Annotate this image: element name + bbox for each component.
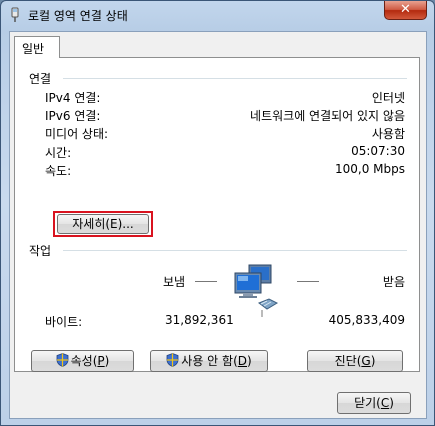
disable-button-end: )	[247, 354, 252, 368]
close-button-label: 닫기(	[354, 396, 381, 410]
dialog-client-area: 일반 연결 IPv4 연결: 인터넷 IPv6 연결: 네트워크에 연결되어 있…	[9, 31, 427, 419]
properties-button-end: )	[104, 354, 110, 368]
ipv4-label: IPv4 연결:	[45, 91, 101, 105]
tab-panel-general: 연결 IPv4 연결: 인터넷 IPv6 연결: 네트워크에 연결되어 있지 않…	[14, 57, 420, 372]
details-button[interactable]: 자세히(E)...	[57, 214, 149, 234]
activity-divider	[63, 250, 407, 251]
properties-button-label: 속성(	[70, 354, 98, 368]
title-bar[interactable]: 로컬 영역 연결 상태 ✕	[1, 1, 434, 29]
activity-section-title: 작업	[29, 244, 52, 258]
duration-label: 시간:	[45, 146, 72, 160]
diagnose-button-label: 진단(	[334, 354, 362, 368]
received-line	[297, 281, 319, 282]
dialog-window: 로컬 영역 연결 상태 ✕ 일반 연결 IPv4 연결: 인터넷 IPv6 연결…	[0, 0, 435, 426]
diagnose-button[interactable]: 진단(G)	[307, 350, 403, 372]
ipv6-value: 네트워크에 연결되어 있지 않음	[250, 109, 405, 123]
ipv6-label: IPv6 연결:	[45, 109, 101, 123]
connection-divider	[63, 78, 407, 79]
close-button-end: )	[389, 396, 394, 410]
disable-button-label: 사용 안 함(	[181, 354, 238, 368]
sent-line	[195, 281, 217, 282]
disable-accel-key: D	[237, 354, 248, 368]
received-label: 받음	[382, 275, 405, 289]
network-adapter-icon	[11, 7, 19, 22]
network-computers-icon	[234, 264, 279, 317]
media-state-label: 미디어 상태:	[45, 127, 109, 141]
uac-shield-icon	[56, 353, 69, 367]
properties-accel-key: P	[97, 354, 105, 368]
connection-section-title: 연결	[29, 72, 52, 86]
window-title: 로컬 영역 연결 상태	[28, 9, 128, 23]
uac-shield-icon	[166, 353, 179, 367]
details-highlight: 자세히(E)...	[53, 211, 153, 237]
close-button[interactable]: 닫기(C)	[337, 392, 411, 414]
media-state-value: 사용함	[371, 127, 405, 141]
speed-value: 100,0 Mbps	[334, 162, 405, 176]
tab-general[interactable]: 일반	[14, 36, 60, 58]
ipv4-value: 인터넷	[371, 91, 405, 105]
speed-label: 속도:	[45, 164, 72, 178]
close-accel-key: C	[380, 396, 390, 410]
properties-button[interactable]: 속성(P)	[31, 350, 134, 372]
bytes-label: 바이트:	[45, 315, 83, 329]
bytes-received-value: 405,833,409	[328, 313, 405, 327]
diagnose-button-end: )	[370, 354, 376, 368]
duration-value: 05:07:30	[351, 144, 405, 158]
bytes-sent-value: 31,892,361	[165, 313, 234, 327]
disable-button[interactable]: 사용 안 함(D)	[150, 350, 268, 372]
sent-label: 보냄	[163, 275, 186, 289]
diagnose-accel-key: G	[361, 354, 371, 368]
close-icon[interactable]: ✕	[384, 1, 427, 20]
